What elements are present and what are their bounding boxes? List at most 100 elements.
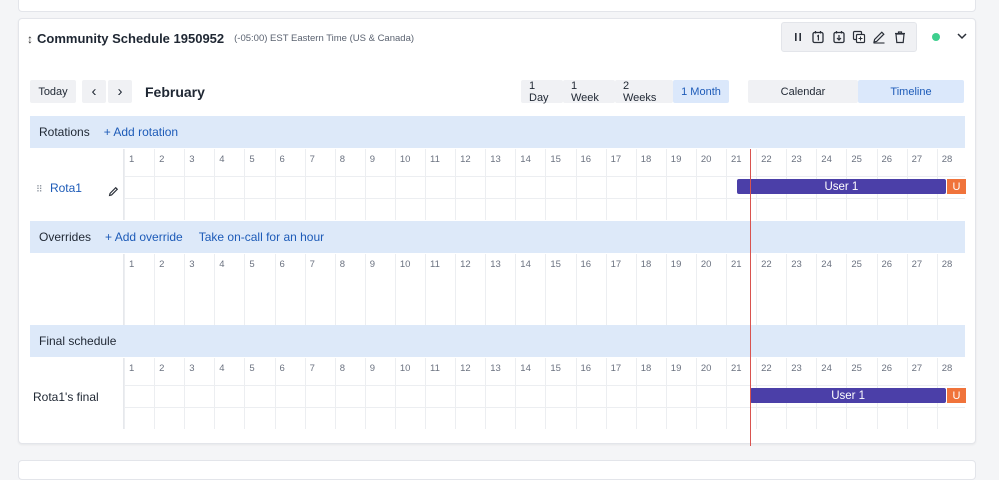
day-column: 17 xyxy=(605,358,636,429)
day-number: 1 xyxy=(129,363,135,374)
edit-icon[interactable] xyxy=(871,29,887,45)
day-number: 16 xyxy=(580,259,592,270)
day-number: 6 xyxy=(279,259,285,270)
day-column: 14 xyxy=(515,149,545,220)
range-1-month[interactable]: 1 Month xyxy=(673,80,729,103)
day-column: 4 xyxy=(214,358,244,429)
current-time-line xyxy=(750,149,752,446)
day-number: 17 xyxy=(610,154,622,165)
rotation-name-link[interactable]: Rota1 xyxy=(50,181,82,195)
day-number: 5 xyxy=(249,259,255,270)
rotations-header: Rotations + Add rotation xyxy=(30,116,965,148)
day-column: 3 xyxy=(184,358,214,429)
day-number: 6 xyxy=(279,154,285,165)
day-number: 20 xyxy=(700,363,712,374)
final-schedule-title: Final schedule xyxy=(39,334,117,348)
trash-icon[interactable] xyxy=(892,29,908,45)
day-column: 9 xyxy=(364,358,395,429)
range-1-week[interactable]: 1 Week xyxy=(563,80,615,104)
add-rotation-button[interactable]: + Add rotation xyxy=(104,125,178,139)
day-number: 10 xyxy=(399,154,411,165)
day-column: 6 xyxy=(274,358,305,429)
day-number: 28 xyxy=(941,363,953,374)
schedule-actions xyxy=(781,22,917,52)
day-number: 2 xyxy=(159,154,165,165)
day-column: 8 xyxy=(334,358,365,429)
range-1-day[interactable]: 1 Day xyxy=(521,80,563,104)
day-column: 8 xyxy=(334,149,365,220)
day-number: 17 xyxy=(610,259,622,270)
day-number: 27 xyxy=(911,259,923,270)
day-number: 10 xyxy=(399,363,411,374)
day-number: 10 xyxy=(399,259,411,270)
day-number: 16 xyxy=(580,154,592,165)
day-column: 11 xyxy=(425,254,455,325)
view-calendar[interactable]: Calendar xyxy=(748,80,858,103)
day-column: 26 xyxy=(876,254,907,325)
range-2-weeks[interactable]: 2 Weeks xyxy=(615,80,673,104)
day-number: 7 xyxy=(309,363,315,374)
view-timeline[interactable]: Timeline xyxy=(858,80,964,103)
chevron-down-icon[interactable] xyxy=(955,29,969,43)
day-number: 5 xyxy=(249,154,255,165)
day-number: 18 xyxy=(640,154,652,165)
day-number: 25 xyxy=(851,154,862,165)
day-number: 11 xyxy=(430,363,440,374)
day-column: 28 xyxy=(936,254,967,325)
day-column: 24 xyxy=(816,254,846,325)
day-number: 4 xyxy=(219,154,225,165)
day-column: 12 xyxy=(455,358,485,429)
prev-month-button[interactable]: ‹ xyxy=(82,80,106,103)
calendar-one-icon[interactable] xyxy=(810,29,826,45)
add-override-button[interactable]: + Add override xyxy=(105,230,183,244)
edit-rotation-icon[interactable] xyxy=(108,184,119,202)
copy-icon[interactable] xyxy=(851,29,867,45)
day-column: 10 xyxy=(394,358,425,429)
day-column: 1 xyxy=(124,149,154,220)
day-column: 2 xyxy=(154,358,184,429)
status-indicator xyxy=(932,33,940,41)
day-number: 5 xyxy=(249,363,255,374)
day-column: 27 xyxy=(906,254,937,325)
day-column: 15 xyxy=(545,149,575,220)
drag-handle-icon[interactable]: ↕ xyxy=(27,32,33,46)
day-column: 18 xyxy=(635,358,666,429)
day-column: 9 xyxy=(364,149,395,220)
day-number: 11 xyxy=(430,259,440,270)
current-month: February xyxy=(145,83,205,100)
calendar-import-icon[interactable] xyxy=(831,29,847,45)
day-number: 14 xyxy=(520,154,531,165)
overrides-header: Overrides + Add override Take on-call fo… xyxy=(30,221,965,253)
pause-icon[interactable] xyxy=(790,29,806,45)
shift-bar[interactable]: U xyxy=(947,388,966,403)
shift-bar[interactable]: User 1 xyxy=(750,388,947,403)
day-number: 15 xyxy=(550,154,561,165)
day-number: 8 xyxy=(339,259,345,270)
shift-bar[interactable]: User 1 xyxy=(736,179,947,194)
day-column: 6 xyxy=(274,254,305,325)
day-column: 6 xyxy=(274,149,305,220)
day-column: 15 xyxy=(545,358,575,429)
day-number: 24 xyxy=(821,363,832,374)
day-number: 28 xyxy=(941,154,953,165)
day-number: 8 xyxy=(339,363,345,374)
day-number: 17 xyxy=(610,363,622,374)
day-column: 10 xyxy=(394,149,425,220)
day-number: 1 xyxy=(129,154,135,165)
day-number: 20 xyxy=(700,259,712,270)
day-column: 8 xyxy=(334,254,365,325)
day-number: 16 xyxy=(580,363,592,374)
day-column: 10 xyxy=(394,254,425,325)
shift-bar[interactable]: U xyxy=(947,179,966,194)
day-column: 18 xyxy=(635,149,666,220)
next-month-button[interactable]: › xyxy=(108,80,132,103)
day-number: 7 xyxy=(309,154,315,165)
today-button[interactable]: Today xyxy=(30,80,76,103)
day-number: 15 xyxy=(550,259,561,270)
final-schedule-header: Final schedule xyxy=(30,325,965,357)
day-number: 13 xyxy=(490,259,501,270)
drag-dots-icon[interactable]: ⠿ xyxy=(36,184,43,194)
take-oncall-button[interactable]: Take on-call for an hour xyxy=(199,230,324,244)
day-column: 5 xyxy=(244,254,274,325)
day-number: 8 xyxy=(339,154,345,165)
